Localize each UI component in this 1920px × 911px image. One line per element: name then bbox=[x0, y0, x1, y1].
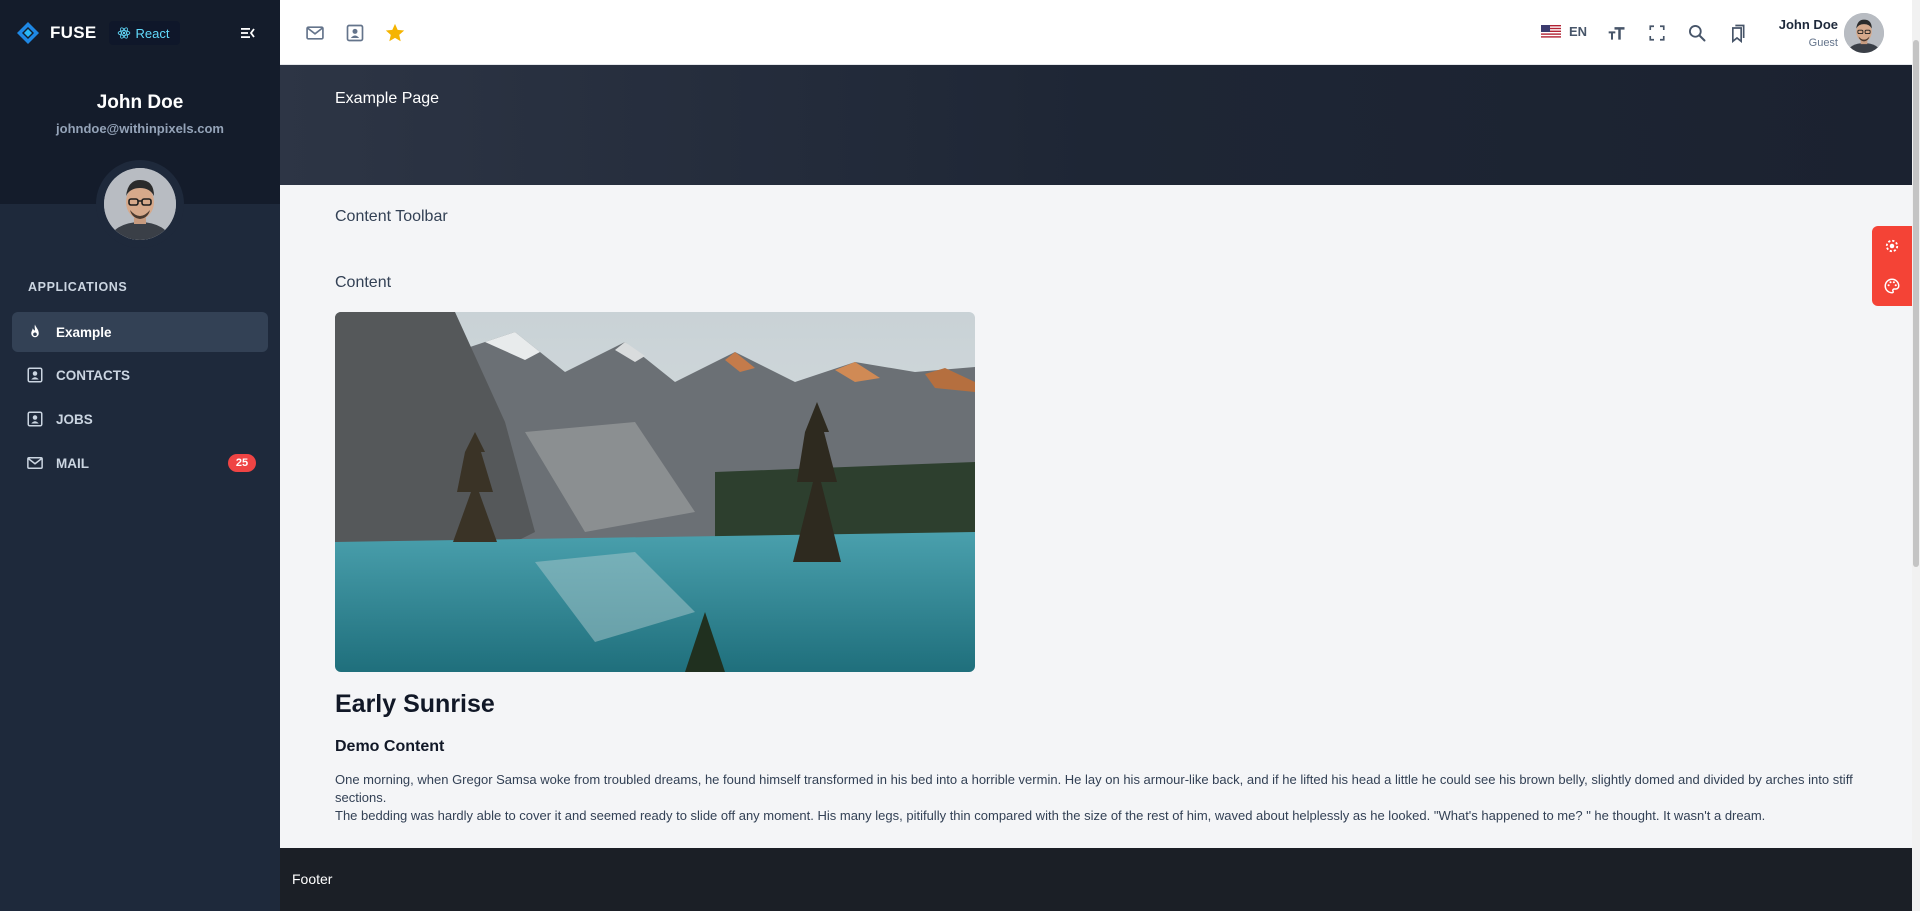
content-toolbar: Content Toolbar bbox=[335, 208, 448, 225]
bookmarks-icon bbox=[1732, 24, 1745, 43]
article-paragraph: One morning, when Gregor Samsa woke from… bbox=[335, 772, 1853, 805]
brand-name: FUSE bbox=[50, 23, 97, 42]
article-paragraph: The bedding was hardly able to cover it … bbox=[335, 808, 1766, 823]
gear-icon bbox=[1885, 239, 1899, 253]
mountain-lake-image bbox=[335, 312, 975, 672]
article-title: Early Sunrise bbox=[335, 690, 495, 718]
topbar: EN John Doe Guest bbox=[280, 0, 1912, 65]
sidebar-item-label: Example bbox=[56, 324, 112, 340]
settings-panel-tab bbox=[1872, 226, 1912, 306]
collapse-menu-icon[interactable] bbox=[240, 25, 256, 41]
sidebar-item-contacts[interactable]: CONTACTS bbox=[12, 355, 268, 395]
contact-card-icon bbox=[346, 24, 364, 42]
page-header: Example Page bbox=[280, 65, 1912, 185]
fullscreen-button[interactable] bbox=[1646, 22, 1668, 44]
contact-card-icon bbox=[27, 411, 43, 427]
star-icon bbox=[385, 23, 405, 42]
article-body: One morning, when Gregor Samsa woke from… bbox=[335, 771, 1865, 825]
react-icon bbox=[117, 27, 130, 39]
react-badge-label: React bbox=[135, 25, 170, 41]
fullscreen-icon bbox=[1649, 25, 1665, 41]
sidebar-avatar-frame bbox=[96, 160, 184, 248]
page-title: Example Page bbox=[335, 90, 440, 107]
footer: Footer bbox=[280, 848, 1912, 911]
fire-icon bbox=[31, 324, 39, 338]
search-button[interactable] bbox=[1686, 22, 1708, 44]
sidebar-user-name: John Doe bbox=[96, 92, 184, 113]
bookmarks-button[interactable] bbox=[1726, 22, 1748, 44]
search-icon bbox=[1689, 25, 1706, 42]
landscape-image-icon bbox=[335, 312, 975, 672]
topbar-avatar[interactable] bbox=[1844, 13, 1884, 53]
brand[interactable]: FUSE React bbox=[16, 20, 180, 46]
sidebar-user-email: johndoe@withinpixels.com bbox=[56, 121, 224, 136]
bookmark-star-button[interactable] bbox=[384, 22, 406, 44]
footer-label: Footer bbox=[292, 871, 333, 887]
section-title-applications: APPLICATIONS bbox=[28, 280, 128, 294]
contacts-shortcut-button[interactable] bbox=[344, 22, 366, 44]
sidebar-item-label: JOBS bbox=[56, 411, 93, 427]
react-badge: React bbox=[108, 21, 180, 45]
mail-icon bbox=[27, 457, 43, 469]
content-label: Content bbox=[335, 274, 392, 291]
contact-card-icon bbox=[27, 367, 43, 383]
sidebar: FUSE React John Doe johndoe@withinpixels… bbox=[0, 0, 280, 911]
mail-count-badge: 25 bbox=[228, 454, 256, 472]
language-code: EN bbox=[1569, 24, 1588, 39]
sidebar-item-example[interactable]: Example bbox=[12, 312, 268, 352]
scrollbar-thumb[interactable] bbox=[1913, 40, 1919, 567]
sidebar-item-label: CONTACTS bbox=[56, 367, 130, 383]
mail-shortcut-button[interactable] bbox=[304, 22, 326, 44]
user-photo-icon bbox=[1844, 13, 1884, 53]
fuse-logo-icon bbox=[17, 22, 39, 44]
settings-button[interactable] bbox=[1882, 236, 1902, 256]
font-size-button[interactable] bbox=[1606, 22, 1628, 44]
palette-icon bbox=[1884, 278, 1900, 294]
topbar-user-name[interactable]: John Doe bbox=[1779, 17, 1838, 32]
topbar-user-role: Guest bbox=[1808, 37, 1838, 49]
sidebar-item-jobs[interactable]: JOBS bbox=[12, 399, 268, 439]
avatar[interactable] bbox=[104, 168, 176, 240]
user-photo-icon bbox=[104, 168, 176, 240]
mail-icon bbox=[306, 26, 324, 40]
us-flag-icon bbox=[1541, 24, 1561, 39]
article-subtitle: Demo Content bbox=[335, 738, 445, 755]
language-switcher[interactable]: EN bbox=[1541, 24, 1587, 39]
font-size-icon bbox=[1608, 27, 1625, 40]
theme-button[interactable] bbox=[1882, 276, 1902, 296]
sidebar-item-label: MAIL bbox=[56, 455, 89, 471]
sidebar-item-mail[interactable]: MAIL 25 bbox=[12, 443, 268, 483]
